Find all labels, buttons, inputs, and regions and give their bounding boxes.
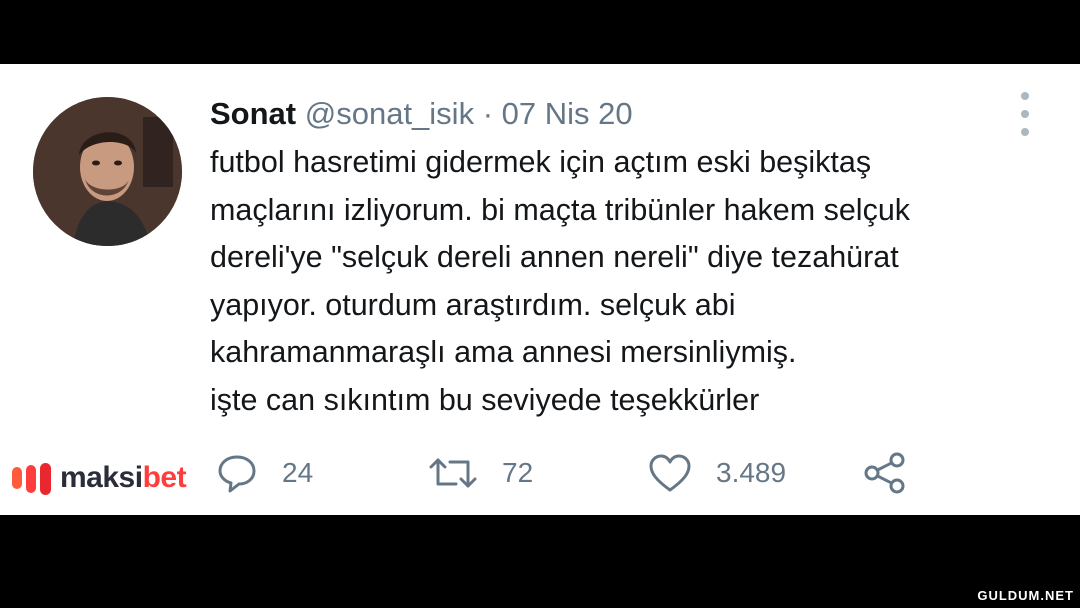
more-icon[interactable] (1014, 92, 1036, 136)
tweet-line: kahramanmaraşlı ama annesi mersinliymiş. (210, 335, 797, 369)
reply-count: 24 (282, 457, 314, 488)
like-count: 3.489 (716, 457, 787, 488)
share-icon (864, 452, 905, 494)
watermark: GULDUM.NET (977, 588, 1074, 603)
tweet-line: yapıyor. oturdum araştırdım. selçuk abi (210, 287, 736, 322)
tweet-text: futbol hasretimi gidermek için açtım esk… (210, 139, 1050, 424)
tweet-date[interactable]: 07 Nis 20 (502, 96, 633, 131)
tweet-header: Sonat @sonat_isik · 07 Nis 20 (210, 94, 633, 134)
tweet-line: maçlarını izliyorum. bi maçta tribünler … (210, 192, 911, 227)
like-icon (649, 454, 691, 492)
author-handle[interactable]: @sonat_isik (305, 96, 474, 131)
retweet-count: 72 (502, 457, 534, 488)
tweet-card: Sonat @sonat_isik · 07 Nis 20 futbol has… (0, 64, 1080, 515)
tweet-line: futbol hasretimi gidermek için açtım esk… (210, 145, 872, 179)
author-name[interactable]: Sonat (210, 96, 296, 131)
avatar[interactable] (33, 97, 182, 246)
tweet-line: dereli'ye "selçuk dereli annen nereli" d… (210, 240, 899, 274)
reply-button[interactable]: 24 (216, 450, 313, 496)
reply-icon (218, 455, 256, 493)
retweet-icon (429, 458, 477, 488)
separator-dot: · (482, 96, 494, 131)
tweet-line: işte can sıkıntım bu seviyede teşekkürle… (210, 382, 760, 417)
share-button[interactable] (863, 450, 907, 496)
maksibet-logo-icon (12, 463, 51, 495)
brand-name-part1: maksi (60, 461, 143, 494)
maksibet-logo: maksibet (10, 456, 187, 500)
retweet-button[interactable]: 72 (428, 450, 533, 496)
like-button[interactable]: 3.489 (648, 450, 786, 496)
brand-name-part2: bet (142, 461, 187, 494)
